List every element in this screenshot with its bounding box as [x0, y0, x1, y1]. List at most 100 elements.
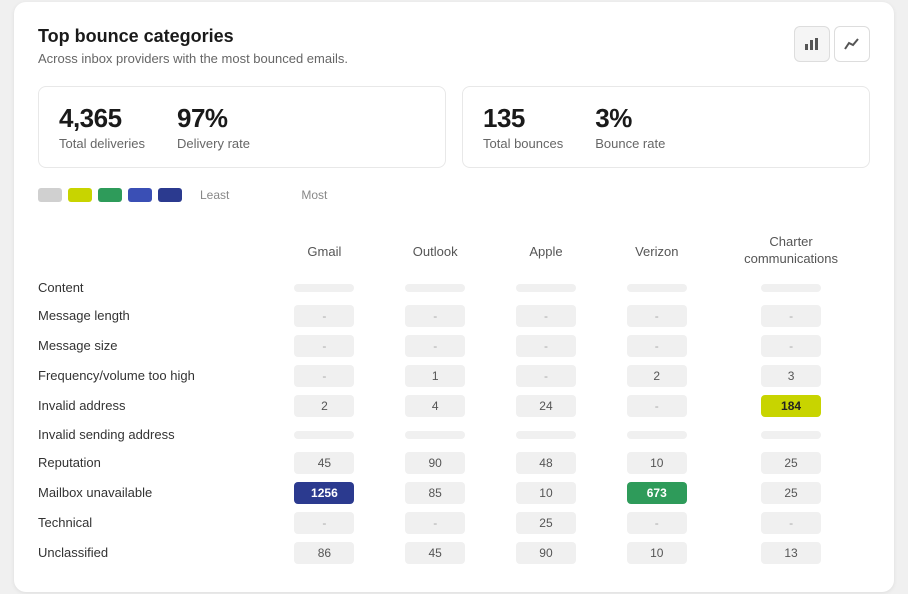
table-cell: -	[269, 508, 380, 538]
total-deliveries-value: 4,365	[59, 103, 145, 134]
cell-value: 10	[627, 542, 687, 564]
row-category: Invalid address	[38, 391, 269, 421]
cell-value: -	[761, 512, 821, 534]
cell-value	[627, 284, 687, 292]
cell-value: 85	[405, 482, 465, 504]
table-cell: -	[601, 331, 712, 361]
cell-value: 1256	[294, 482, 354, 504]
table-cell	[380, 421, 491, 448]
table-cell: -	[269, 331, 380, 361]
row-category: Content	[38, 274, 269, 301]
col-header-apple: Apple	[491, 218, 602, 274]
row-category: Technical	[38, 508, 269, 538]
table-row: Invalid address2424-184	[38, 391, 870, 421]
table-cell: 90	[380, 448, 491, 478]
cell-value: -	[627, 395, 687, 417]
delivery-stat-card: 4,365 Total deliveries 97% Delivery rate	[38, 86, 446, 168]
cell-value: 25	[516, 512, 576, 534]
legend-swatch-1	[38, 188, 62, 202]
table-cell: 10	[601, 448, 712, 478]
delivery-rate: 97% Delivery rate	[177, 103, 250, 151]
row-category: Reputation	[38, 448, 269, 478]
cell-value: -	[294, 512, 354, 534]
table-cell: 184	[712, 391, 870, 421]
table-cell: 1	[380, 361, 491, 391]
table-row: Unclassified8645901013	[38, 538, 870, 568]
cell-value: 10	[627, 452, 687, 474]
cell-value: -	[761, 305, 821, 327]
table-cell: 90	[491, 538, 602, 568]
cell-value: -	[627, 305, 687, 327]
table-cell: 3	[712, 361, 870, 391]
cell-value: 1	[405, 365, 465, 387]
table-cell: 45	[269, 448, 380, 478]
cell-value: 673	[627, 482, 687, 504]
legend-least-label: Least	[200, 188, 229, 202]
table-cell: -	[601, 391, 712, 421]
row-category: Mailbox unavailable	[38, 478, 269, 508]
table-row: Message size-----	[38, 331, 870, 361]
cell-value: -	[294, 365, 354, 387]
table-cell: -	[601, 508, 712, 538]
legend-most-label: Most	[301, 188, 327, 202]
cell-value: 13	[761, 542, 821, 564]
cell-value: -	[405, 335, 465, 357]
table-cell	[491, 421, 602, 448]
cell-value: 24	[516, 395, 576, 417]
cell-value: 3	[761, 365, 821, 387]
table-cell: 48	[491, 448, 602, 478]
table-cell: -	[380, 508, 491, 538]
cell-value: -	[405, 512, 465, 534]
total-deliveries-label: Total deliveries	[59, 136, 145, 151]
total-deliveries: 4,365 Total deliveries	[59, 103, 145, 151]
page-title: Top bounce categories	[38, 26, 348, 47]
table-cell: -	[491, 331, 602, 361]
cell-value	[405, 431, 465, 439]
cell-value	[761, 431, 821, 439]
page-subtitle: Across inbox providers with the most bou…	[38, 51, 348, 66]
total-bounces-label: Total bounces	[483, 136, 563, 151]
col-header-category	[38, 218, 269, 274]
cell-value: 2	[627, 365, 687, 387]
table-cell: 13	[712, 538, 870, 568]
table-cell: -	[269, 361, 380, 391]
line-chart-button[interactable]	[834, 26, 870, 62]
cell-value	[516, 431, 576, 439]
table-cell: -	[712, 331, 870, 361]
cell-value	[761, 284, 821, 292]
table-cell: 25	[712, 448, 870, 478]
table-cell: 25	[712, 478, 870, 508]
table-cell: -	[380, 301, 491, 331]
cell-value	[294, 284, 354, 292]
table-cell: -	[491, 301, 602, 331]
table-cell: -	[380, 331, 491, 361]
bounce-rate-value: 3%	[595, 103, 665, 134]
table-cell: 10	[491, 478, 602, 508]
cell-value: 184	[761, 395, 821, 417]
bar-chart-icon	[804, 36, 820, 52]
cell-value	[294, 431, 354, 439]
total-bounces: 135 Total bounces	[483, 103, 563, 151]
cell-value: 25	[761, 452, 821, 474]
col-header-charter: Charter communications	[712, 218, 870, 274]
col-header-outlook: Outlook	[380, 218, 491, 274]
table-cell: 86	[269, 538, 380, 568]
delivery-rate-value: 97%	[177, 103, 250, 134]
stats-row: 4,365 Total deliveries 97% Delivery rate…	[38, 86, 870, 168]
cell-value: -	[627, 512, 687, 534]
cell-value: -	[516, 335, 576, 357]
bar-chart-button[interactable]	[794, 26, 830, 62]
table-cell: -	[712, 301, 870, 331]
chart-toggle	[794, 26, 870, 62]
legend-swatch-3	[98, 188, 122, 202]
cell-value: -	[516, 365, 576, 387]
table-cell: 10	[601, 538, 712, 568]
cell-value: 45	[294, 452, 354, 474]
cell-value: -	[516, 305, 576, 327]
delivery-rate-label: Delivery rate	[177, 136, 250, 151]
table-cell: 1256	[269, 478, 380, 508]
table-cell: 673	[601, 478, 712, 508]
table-cell: -	[269, 301, 380, 331]
legend-row: Least Most	[38, 188, 870, 202]
header-text: Top bounce categories Across inbox provi…	[38, 26, 348, 66]
